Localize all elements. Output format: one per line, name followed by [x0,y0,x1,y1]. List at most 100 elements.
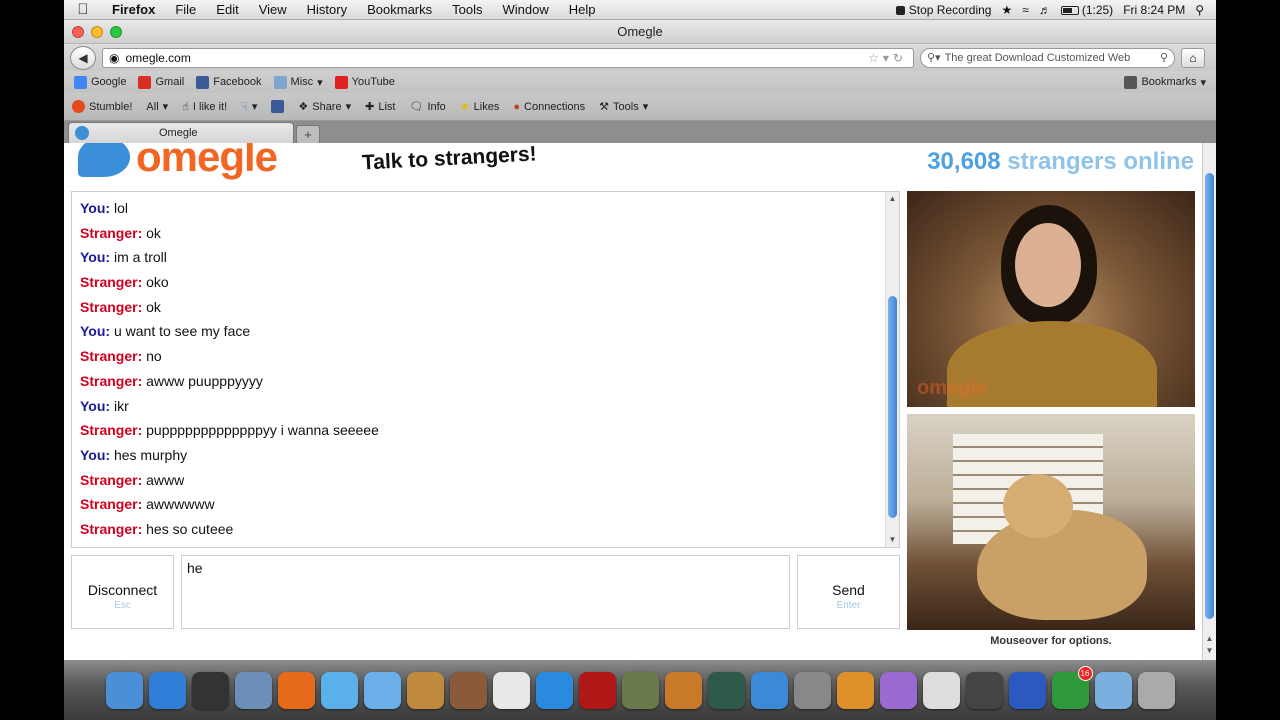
mask-icon[interactable] [922,671,960,709]
bookmark-star-icon[interactable]: ☆▾↻ [868,51,907,65]
tab-omegle[interactable]: Omegle [68,122,294,143]
omegle-page: omegle Talk to strangers! 30,608 strange… [64,143,1216,660]
menu-view[interactable]: View [249,2,297,17]
list-button[interactable]: ✚ List [365,100,395,114]
chat-log[interactable]: You: lol Stranger: ok You: im a troll Stran… [71,191,900,548]
dashboard-icon[interactable] [191,671,229,709]
tools-icon: ⚒ [599,101,610,113]
page-scrollbar-thumb[interactable] [1205,173,1214,619]
share-button[interactable]: ❖ Share ▾ [298,100,351,114]
message-input[interactable]: he [181,555,790,629]
likes-button[interactable]: ★ Likes [460,100,500,114]
bookmark-gmail[interactable]: Gmail [138,75,184,89]
mac-dock: 16 [64,660,1216,720]
documents-folder-icon[interactable] [1094,671,1132,709]
search-go-icon[interactable]: ⚲ [1160,51,1168,64]
scroll-down-icon[interactable]: ▼ [1203,646,1216,658]
recording-status[interactable]: Stop Recording [895,3,991,17]
chat-scrollbar-thumb[interactable] [888,296,897,518]
home-button[interactable]: ⌂ [1181,47,1205,68]
page-scrollbar[interactable]: ▲ ▼ [1202,143,1216,660]
menu-file[interactable]: File [165,2,206,17]
omegle-logo[interactable]: omegle [78,143,278,178]
pages-icon[interactable] [836,671,874,709]
google-icon [74,75,87,89]
iphoto-icon[interactable] [621,671,659,709]
bookmark-youtube[interactable]: YouTube [334,75,395,89]
info-button[interactable]: 🗨 Info [409,100,445,114]
system-preferences-icon[interactable] [793,671,831,709]
preview-icon[interactable] [234,671,272,709]
menubar-clock[interactable]: Fri 8:24 PM [1123,3,1185,17]
wifi-icon[interactable]: ≈ [1022,3,1029,17]
dislike-button[interactable]: ☟ ▾ [241,100,257,113]
stumble-button[interactable]: Stumble! [72,100,132,113]
bookmark-google[interactable]: Google [74,75,126,89]
disconnect-button[interactable]: Disconnect Esc [71,555,174,629]
scroll-down-icon[interactable]: ▼ [886,533,899,547]
stranger-video[interactable]: omegle [907,191,1195,407]
garageband-icon[interactable] [664,671,702,709]
trash-icon[interactable] [1137,671,1175,709]
battery-status[interactable]: (1:25) [1060,3,1113,17]
menu-bookmarks[interactable]: Bookmarks [357,2,442,17]
webcam-icon[interactable] [965,671,1003,709]
like-it-button[interactable]: ☝ I like it! [182,100,227,114]
thumbs-down-icon: ☟ [241,101,248,113]
volume-icon[interactable]: ♬ [1039,3,1051,17]
bookmark-facebook[interactable]: Facebook [196,75,262,89]
minimize-window-button[interactable] [91,26,103,38]
menu-help[interactable]: Help [559,2,606,17]
chat-scrollbar[interactable]: ▲ ▼ [885,192,899,547]
menu-history[interactable]: History [297,2,357,17]
address-bar[interactable]: ◉ omegle.com ☆▾↻ [102,47,914,68]
chat-sender: You: [80,446,111,463]
menu-tools[interactable]: Tools [442,2,492,17]
menu-app-name[interactable]: Firefox [102,2,165,17]
itunes-icon[interactable] [535,671,573,709]
stumble-label: Stumble! [89,100,133,113]
self-video[interactable] [907,414,1195,630]
zoom-window-button[interactable] [110,26,122,38]
search-bar[interactable]: ⚲▾ The great Download Customized Web ⚲ [920,47,1175,68]
bookmark-label: Misc [290,76,314,88]
chat-sender: Stranger: [80,520,143,537]
chat-message: Stranger: oko [72,270,899,295]
back-button[interactable]: ◀ [70,45,96,70]
bluetooth-icon[interactable]: ★ [1001,3,1012,17]
firefox-icon[interactable] [277,671,315,709]
search-bar-text[interactable]: The great Download Customized Web [945,52,1156,64]
menu-edit[interactable]: Edit [206,2,248,17]
quicktime-icon[interactable] [1008,671,1046,709]
word-icon[interactable] [320,671,358,709]
send-button[interactable]: Send Enter [797,555,900,629]
site-identity-icon[interactable]: ◉ [109,51,119,65]
bookmarks-menu-label: Bookmarks [1141,76,1197,88]
search-engine-icon[interactable]: ⚲▾ [927,51,941,64]
menu-window[interactable]: Window [493,2,559,17]
address-book-icon[interactable] [406,671,444,709]
facebook-share-button[interactable] [271,100,285,113]
time-machine-icon[interactable] [707,671,745,709]
bookmarks-menu-button[interactable]: Bookmarks ▾ [1124,75,1216,89]
url-text[interactable]: omegle.com [125,51,862,65]
facetime-icon[interactable] [363,671,401,709]
close-window-button[interactable] [72,26,84,38]
connections-button[interactable]: ● Connections [513,101,585,113]
stumble-tools-button[interactable]: ⚒ Tools ▾ [599,100,648,114]
stumble-category-dropdown[interactable]: All ▾ [146,100,168,114]
bookmark-misc-folder[interactable]: Misc ▾ [273,75,323,89]
new-tab-button[interactable]: + [296,125,320,143]
spotlight-search-icon[interactable]: ⚲ [1195,3,1204,17]
movie-icon[interactable] [578,671,616,709]
scroll-up-icon[interactable]: ▲ [886,192,899,206]
app-store-icon[interactable] [148,671,186,709]
apple-menu-icon[interactable]:  [64,1,102,18]
photo-booth-icon[interactable] [449,671,487,709]
calendar-icon[interactable] [492,671,530,709]
safari-icon[interactable] [750,671,788,709]
scroll-up-icon[interactable]: ▲ [1203,634,1216,646]
spotify-icon[interactable]: 16 [1051,665,1093,709]
emerald-icon[interactable] [879,671,917,709]
finder-icon[interactable] [105,671,143,709]
